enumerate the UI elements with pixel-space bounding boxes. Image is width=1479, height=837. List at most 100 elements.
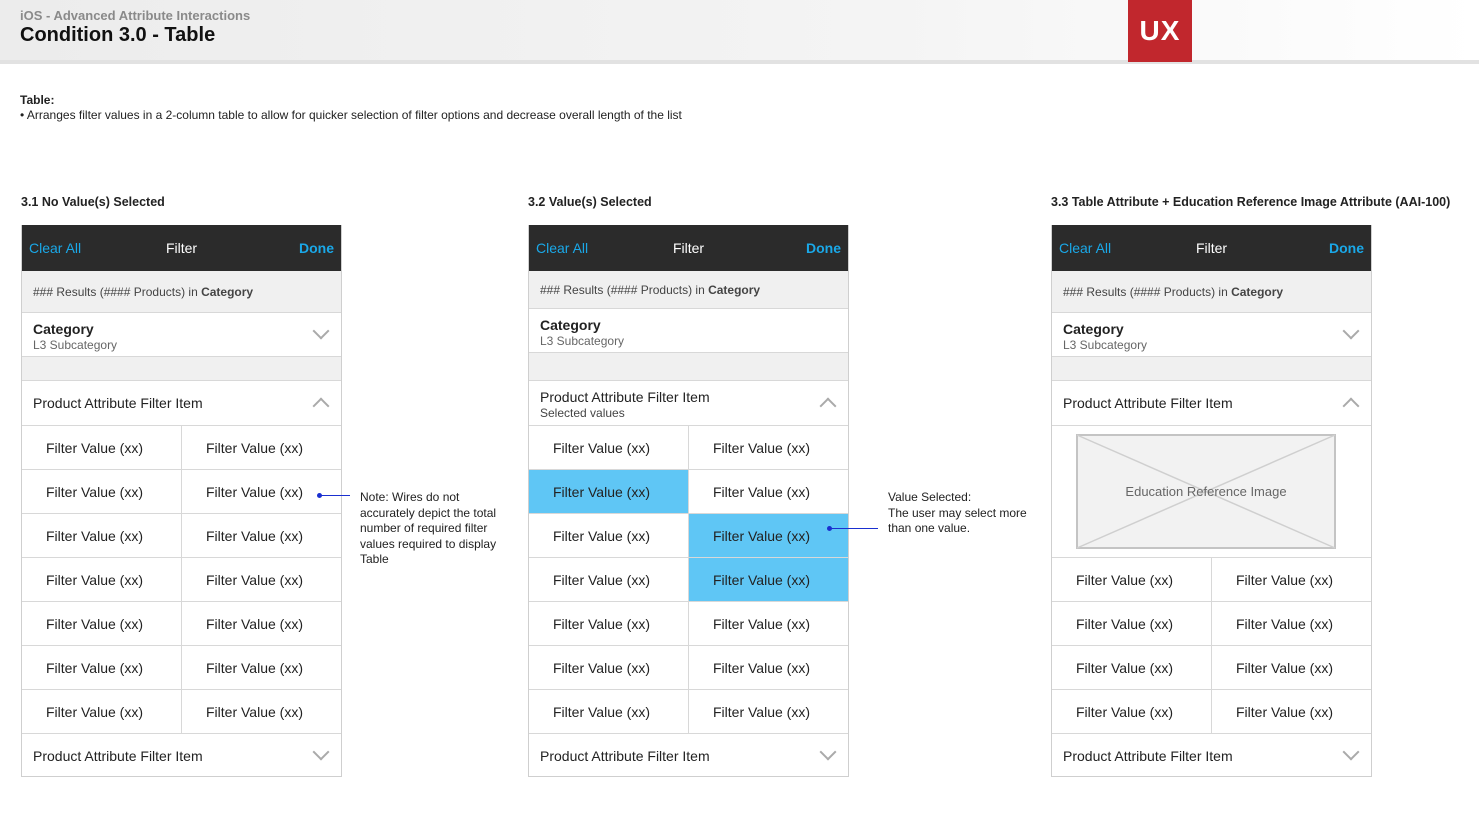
section-title-3-1: 3.1 No Value(s) Selected bbox=[21, 195, 165, 209]
ux-logo: UX bbox=[1128, 0, 1192, 62]
attribute-name: Product Attribute Filter Item bbox=[540, 389, 710, 405]
category-row[interactable]: Category L3 Subcategory bbox=[1052, 313, 1371, 357]
navbar: Clear All Filter Done bbox=[22, 225, 341, 271]
filter-value-cell[interactable]: Filter Value (xx) bbox=[689, 646, 848, 690]
section-gap bbox=[22, 357, 341, 381]
filter-value-cell[interactable]: Filter Value (xx) bbox=[529, 602, 689, 646]
filter-value-cell[interactable]: Filter Value (xx) bbox=[22, 426, 182, 470]
filter-value-cell[interactable]: Filter Value (xx) bbox=[182, 558, 341, 602]
filter-value-cell[interactable]: Filter Value (xx) bbox=[1052, 558, 1212, 602]
navbar: Clear All Filter Done bbox=[1052, 225, 1371, 271]
filter-value-cell[interactable]: Filter Value (xx) bbox=[22, 470, 182, 514]
section-gap bbox=[529, 353, 848, 381]
attribute-header[interactable]: Product Attribute Filter Item Selected v… bbox=[529, 381, 848, 426]
education-reference-image: Education Reference Image bbox=[1052, 426, 1371, 558]
filter-value-table: Filter Value (xx) Filter Value (xx) Filt… bbox=[22, 426, 341, 734]
filter-value-cell[interactable]: Filter Value (xx) bbox=[1052, 646, 1212, 690]
results-count: ### Results (#### Products) in Category bbox=[529, 271, 848, 309]
intro-label: Table: bbox=[20, 93, 55, 107]
filter-value-cell[interactable]: Filter Value (xx) bbox=[1052, 690, 1212, 734]
category-sub: L3 Subcategory bbox=[540, 334, 625, 348]
results-category: Category bbox=[708, 283, 761, 297]
filter-value-cell[interactable]: Filter Value (xx) bbox=[1212, 558, 1371, 602]
filter-value-cell-selected[interactable]: Filter Value (xx) bbox=[689, 514, 848, 558]
category-name: Category bbox=[1063, 321, 1124, 337]
filter-value-cell[interactable]: Filter Value (xx) bbox=[22, 646, 182, 690]
filter-value-cell[interactable]: Filter Value (xx) bbox=[529, 690, 689, 734]
results-prefix: ### Results (#### Products) in bbox=[33, 285, 202, 299]
results-category: Category bbox=[201, 285, 254, 299]
filter-value-table: Filter Value (xx) Filter Value (xx) Filt… bbox=[1052, 558, 1371, 734]
filter-value-cell[interactable]: Filter Value (xx) bbox=[529, 426, 689, 470]
intro-text: Table: • Arranges filter values in a 2-c… bbox=[20, 93, 682, 123]
filter-value-cell[interactable]: Filter Value (xx) bbox=[529, 558, 689, 602]
filter-value-cell-selected[interactable]: Filter Value (xx) bbox=[529, 470, 689, 514]
attribute-header-collapsed[interactable]: Product Attribute Filter Item bbox=[529, 734, 848, 776]
annotation-line bbox=[320, 495, 350, 496]
section-gap bbox=[1052, 357, 1371, 381]
attribute-selected-sub: Selected values bbox=[540, 406, 625, 420]
attribute-name: Product Attribute Filter Item bbox=[1063, 395, 1233, 411]
note-selected-title: Value Selected: bbox=[888, 490, 972, 504]
filter-value-cell-selected[interactable]: Filter Value (xx) bbox=[689, 558, 848, 602]
results-count: ### Results (#### Products) in Category bbox=[22, 271, 341, 313]
filter-value-cell[interactable]: Filter Value (xx) bbox=[689, 426, 848, 470]
phone-no-selection: Clear All Filter Done ### Results (#### … bbox=[21, 225, 342, 777]
filter-value-cell[interactable]: Filter Value (xx) bbox=[689, 690, 848, 734]
attribute-header-collapsed[interactable]: Product Attribute Filter Item bbox=[22, 734, 341, 776]
filter-value-cell[interactable]: Filter Value (xx) bbox=[182, 426, 341, 470]
navbar-title: Filter bbox=[165, 240, 198, 256]
attribute-header[interactable]: Product Attribute Filter Item bbox=[1052, 381, 1371, 426]
done-button[interactable]: Done bbox=[1329, 240, 1364, 256]
filter-value-cell[interactable]: Filter Value (xx) bbox=[1212, 690, 1371, 734]
page-subtitle: iOS - Advanced Attribute Interactions bbox=[20, 8, 251, 23]
section-title-3-2: 3.2 Value(s) Selected bbox=[528, 195, 652, 209]
filter-value-cell[interactable]: Filter Value (xx) bbox=[182, 602, 341, 646]
filter-value-cell[interactable]: Filter Value (xx) bbox=[689, 602, 848, 646]
phone-values-selected: Clear All Filter Done ### Results (#### … bbox=[528, 225, 849, 777]
phone-education-image: Clear All Filter Done ### Results (#### … bbox=[1051, 225, 1372, 777]
education-image-label: Education Reference Image bbox=[1125, 484, 1287, 499]
attribute-header-collapsed[interactable]: Product Attribute Filter Item bbox=[1052, 734, 1371, 776]
results-category: Category bbox=[1231, 285, 1284, 299]
done-button[interactable]: Done bbox=[806, 240, 841, 256]
category-sub: L3 Subcategory bbox=[33, 338, 118, 352]
filter-value-cell[interactable]: Filter Value (xx) bbox=[182, 514, 341, 558]
filter-value-cell[interactable]: Filter Value (xx) bbox=[22, 558, 182, 602]
filter-value-cell[interactable]: Filter Value (xx) bbox=[182, 646, 341, 690]
filter-value-cell[interactable]: Filter Value (xx) bbox=[689, 470, 848, 514]
filter-value-table: Filter Value (xx) Filter Value (xx) Filt… bbox=[529, 426, 848, 734]
results-count: ### Results (#### Products) in Category bbox=[1052, 271, 1371, 313]
filter-value-cell[interactable]: Filter Value (xx) bbox=[182, 470, 341, 514]
done-button[interactable]: Done bbox=[299, 240, 334, 256]
filter-value-cell[interactable]: Filter Value (xx) bbox=[1052, 602, 1212, 646]
category-name: Category bbox=[540, 317, 601, 333]
filter-value-cell[interactable]: Filter Value (xx) bbox=[22, 514, 182, 558]
filter-value-cell[interactable]: Filter Value (xx) bbox=[529, 514, 689, 558]
attribute-header[interactable]: Product Attribute Filter Item bbox=[22, 381, 341, 426]
note-wires: Note: Wires do not accurately depict the… bbox=[360, 490, 497, 566]
category-sub: L3 Subcategory bbox=[1063, 338, 1148, 352]
filter-value-cell[interactable]: Filter Value (xx) bbox=[182, 690, 341, 734]
navbar: Clear All Filter Done bbox=[529, 225, 848, 271]
category-row[interactable]: Category L3 Subcategory bbox=[22, 313, 341, 357]
intro-bullet: • Arranges filter values in a 2-column t… bbox=[20, 108, 682, 122]
filter-value-cell[interactable]: Filter Value (xx) bbox=[1212, 602, 1371, 646]
results-prefix: ### Results (#### Products) in bbox=[540, 283, 709, 297]
filter-value-cell[interactable]: Filter Value (xx) bbox=[1212, 646, 1371, 690]
attribute-name: Product Attribute Filter Item bbox=[1063, 748, 1233, 764]
filter-value-cell[interactable]: Filter Value (xx) bbox=[529, 646, 689, 690]
navbar-title: Filter bbox=[1195, 240, 1228, 256]
annotation-line bbox=[830, 528, 878, 529]
attribute-name: Product Attribute Filter Item bbox=[33, 395, 203, 411]
page-title: Condition 3.0 - Table bbox=[20, 24, 216, 46]
category-row[interactable]: Category L3 Subcategory bbox=[529, 309, 848, 353]
section-title-3-3: 3.3 Table Attribute + Education Referenc… bbox=[1051, 195, 1451, 209]
filter-value-cell[interactable]: Filter Value (xx) bbox=[22, 602, 182, 646]
attribute-name: Product Attribute Filter Item bbox=[540, 748, 710, 764]
filter-value-cell[interactable]: Filter Value (xx) bbox=[22, 690, 182, 734]
results-prefix: ### Results (#### Products) in bbox=[1063, 285, 1232, 299]
attribute-name: Product Attribute Filter Item bbox=[33, 748, 203, 764]
navbar-title: Filter bbox=[672, 240, 705, 256]
note-selected-body: The user may select more than one value. bbox=[888, 505, 1027, 536]
